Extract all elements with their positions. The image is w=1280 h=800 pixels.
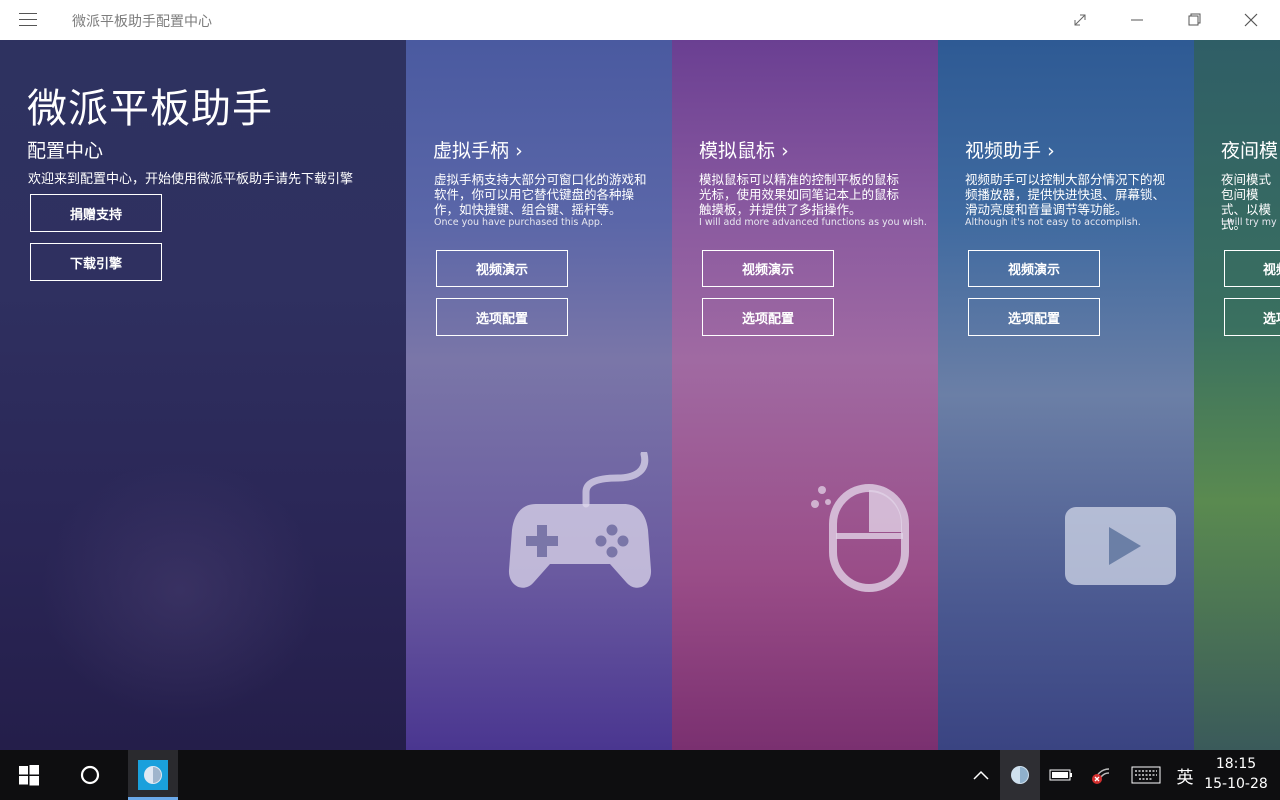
home-panel: 微派平板助手 配置中心 欢迎来到配置中心，开始使用微派平板助手请先下载引擎 捐赠… <box>0 40 406 750</box>
close-icon[interactable] <box>1241 10 1261 30</box>
minimize-icon[interactable] <box>1127 10 1147 30</box>
mouse-panel[interactable]: 模拟鼠标 › 模拟鼠标可以精准的控制平板的鼠标光标，使用效果如同笔记本上的鼠标触… <box>672 40 938 750</box>
app-title: 微派平板助手 <box>27 86 273 132</box>
cortana-search-icon[interactable] <box>62 750 118 800</box>
clock-date: 15-10-28 <box>1204 776 1268 792</box>
show-hidden-icons-chevron[interactable] <box>966 750 996 800</box>
ime-indicator[interactable]: 英 <box>1170 750 1200 800</box>
mouse-english-note: I will add more advanced functions as yo… <box>699 217 927 228</box>
taskbar: 英 18:15 15-10-28 <box>0 750 1280 800</box>
video-panel[interactable]: 视频助手 › 视频助手可以控制大部分情况下的视频播放器，提供快进快退、屏幕锁、滑… <box>938 40 1194 750</box>
video-video-demo-button[interactable]: 视频演示 <box>968 250 1100 287</box>
app-tray-icon[interactable] <box>1000 750 1040 800</box>
gamepad-title-text: 虚拟手柄 <box>433 140 510 162</box>
hamburger-menu-icon[interactable] <box>19 13 37 27</box>
network-disconnected-icon[interactable] <box>1084 750 1118 800</box>
gamepad-panel[interactable]: 虚拟手柄 › 虚拟手柄支持大部分可窗口化的游戏和软件，你可以用它替代键盘的各种操… <box>406 40 672 750</box>
chevron-right-icon: › <box>515 140 523 162</box>
night-video-demo-button[interactable]: 视频 <box>1224 250 1280 287</box>
video-options-button[interactable]: 选项配置 <box>968 298 1100 336</box>
chevron-right-icon: › <box>1047 140 1055 162</box>
fullscreen-icon[interactable] <box>1070 10 1090 30</box>
gamepad-options-button[interactable]: 选项配置 <box>436 298 568 336</box>
windows-start-icon[interactable] <box>0 750 58 800</box>
mouse-title[interactable]: 模拟鼠标 › <box>699 136 789 163</box>
keyboard-icon[interactable] <box>1126 750 1166 800</box>
chevron-right-icon: › <box>781 140 789 162</box>
gamepad-title[interactable]: 虚拟手柄 › <box>433 136 523 163</box>
download-engine-button[interactable]: 下载引擎 <box>30 243 162 281</box>
video-english-note: Although it's not easy to accomplish. <box>965 217 1141 228</box>
night-english-note: I will try my b <box>1221 217 1280 228</box>
gamepad-english-note: Once you have purchased this App. <box>434 217 603 228</box>
night-title[interactable]: 夜间模 <box>1221 136 1278 163</box>
night-mode-panel[interactable]: 夜间模 夜间模式包间模式、以模式。 I will try my b 视频 选项 <box>1194 40 1280 750</box>
app-taskbar-icon[interactable] <box>128 750 178 800</box>
clock-time: 18:15 <box>1215 756 1257 772</box>
welcome-text: 欢迎来到配置中心，开始使用微派平板助手请先下载引擎 <box>28 172 354 187</box>
night-options-button[interactable]: 选项 <box>1224 298 1280 336</box>
donate-button[interactable]: 捐赠支持 <box>30 194 162 232</box>
section-title: 配置中心 <box>27 140 104 162</box>
gamepad-video-demo-button[interactable]: 视频演示 <box>436 250 568 287</box>
mouse-description: 模拟鼠标可以精准的控制平板的鼠标光标，使用效果如同笔记本上的鼠标触摸板，并提供了… <box>699 172 900 217</box>
mouse-options-button[interactable]: 选项配置 <box>702 298 834 336</box>
gamepad-icon <box>508 452 652 588</box>
battery-icon[interactable] <box>1044 750 1078 800</box>
mouse-title-text: 模拟鼠标 <box>699 140 776 162</box>
taskbar-clock[interactable]: 18:15 15-10-28 <box>1200 754 1272 794</box>
window-title: 微派平板助手配置中心 <box>72 14 212 30</box>
video-description: 视频助手可以控制大部分情况下的视频播放器，提供快进快退、屏幕锁、滑动亮度和音量调… <box>965 172 1166 217</box>
mouse-video-demo-button[interactable]: 视频演示 <box>702 250 834 287</box>
title-bar: 微派平板助手配置中心 <box>0 0 1280 40</box>
video-title[interactable]: 视频助手 › <box>965 136 1055 163</box>
main-content: 微派平板助手 配置中心 欢迎来到配置中心，开始使用微派平板助手请先下载引擎 捐赠… <box>0 40 1280 750</box>
video-title-text: 视频助手 <box>965 140 1042 162</box>
play-icon <box>1065 507 1176 585</box>
mouse-icon <box>811 484 909 592</box>
gamepad-description: 虚拟手柄支持大部分可窗口化的游戏和软件，你可以用它替代键盘的各种操作，如快捷键、… <box>434 172 647 217</box>
restore-icon[interactable] <box>1184 10 1204 30</box>
